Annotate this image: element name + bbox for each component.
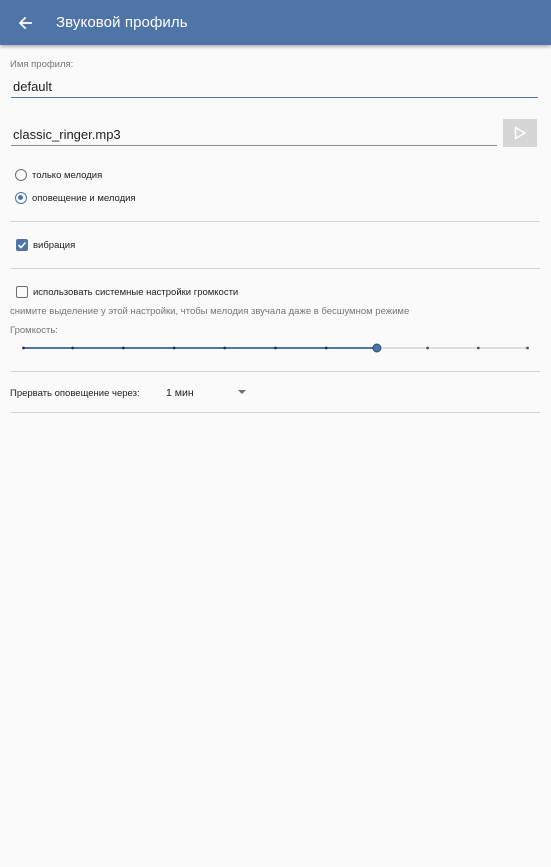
slider-tick (426, 346, 429, 350)
back-arrow-icon (18, 16, 32, 29)
profile-name-input[interactable] (11, 78, 538, 98)
slider-tick (22, 346, 25, 350)
slider-tick (71, 346, 75, 350)
interrupt-dropdown[interactable]: 1 мин (166, 384, 250, 402)
radio-melody-only[interactable]: только мелодия (15, 169, 102, 181)
interrupt-value: 1 мин (166, 387, 194, 399)
slider-tick (274, 346, 277, 350)
divider (10, 221, 540, 222)
system-volume-checkbox[interactable] (16, 286, 28, 298)
volume-slider[interactable] (22, 341, 529, 355)
system-volume-hint: снимите выделение у этой настройки, чтоб… (10, 306, 410, 317)
radio-melody-only-label: только мелодия (32, 169, 103, 181)
system-volume-label: использовать системные настройки громкос… (33, 286, 239, 298)
radio-notification-and-melody-label: оповещение и мелодия (32, 192, 136, 204)
back-button[interactable] (0, 0, 50, 45)
vibration-label: вибрация (33, 239, 76, 251)
slider-thumb[interactable] (372, 343, 382, 353)
dropdown-arrow-icon (238, 390, 246, 394)
slider-tick (122, 346, 125, 350)
slider-tick (476, 346, 480, 350)
slider-tick (526, 346, 529, 350)
radio-notification-and-melody[interactable]: оповещение и мелодия (15, 192, 136, 204)
app-bar: Звуковой профиль (0, 0, 551, 45)
slider-tick (324, 346, 328, 350)
radio-button[interactable] (15, 169, 27, 181)
profile-name-label: Имя профиля: (10, 59, 74, 70)
divider (10, 412, 540, 413)
play-icon (514, 126, 526, 140)
melody-file-field[interactable] (11, 126, 497, 146)
vibration-row[interactable]: вибрация (16, 239, 75, 251)
volume-label: Громкость: (10, 325, 58, 336)
vibration-checkbox[interactable] (16, 239, 28, 251)
interrupt-label: Прервать оповещение через: (10, 388, 140, 399)
play-button[interactable] (503, 119, 537, 147)
slider-tick (172, 346, 176, 350)
checkmark-icon (18, 241, 27, 249)
slider-tick (223, 346, 227, 350)
divider (10, 371, 540, 372)
system-volume-row[interactable]: использовать системные настройки громкос… (16, 286, 238, 298)
divider (10, 268, 540, 269)
radio-button[interactable] (15, 192, 27, 204)
page-title: Звуковой профиль (56, 14, 188, 31)
